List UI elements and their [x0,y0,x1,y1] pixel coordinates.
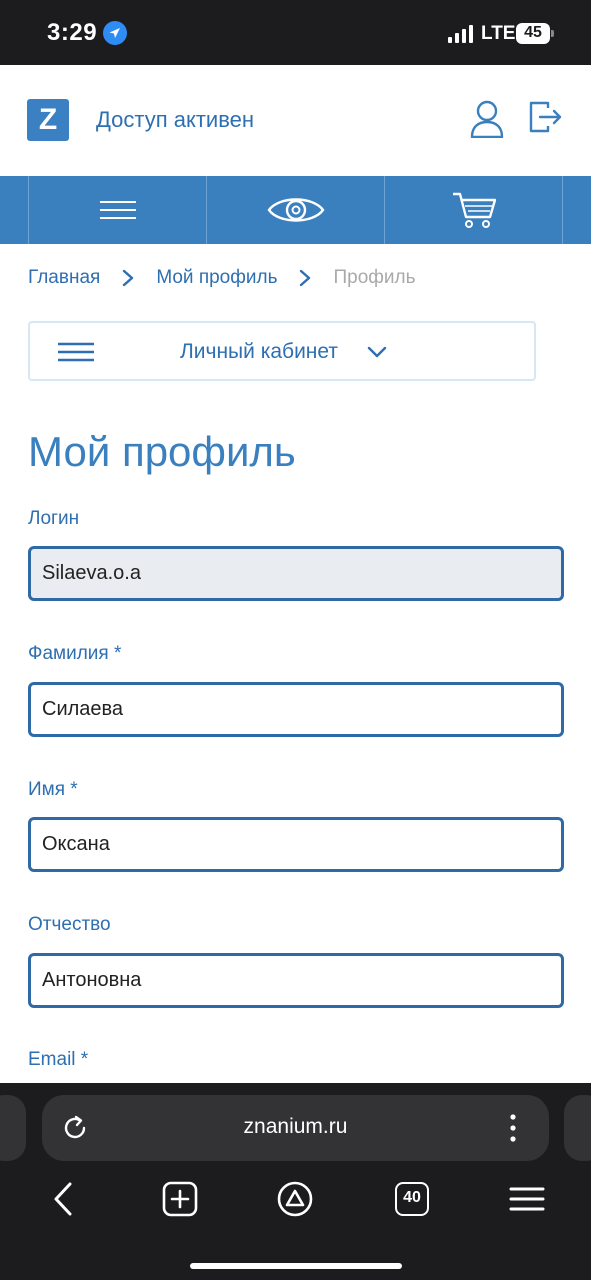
chevron-down-icon [367,346,387,358]
eye-icon [267,198,324,222]
access-status: Доступ активен [96,107,255,132]
cabinet-dropdown[interactable]: Личный кабинет [28,321,536,381]
user-profile-icon[interactable] [470,100,504,138]
battery-icon: 45 [516,23,554,44]
shopping-cart-icon [452,192,496,228]
status-time: 3:29 [47,19,98,46]
znanium-logo[interactable]: Z [27,99,69,141]
next-tab-preview[interactable] [564,1095,591,1161]
first-name-label: Имя * [28,779,78,800]
login-label: Логин [28,508,80,529]
logout-icon[interactable] [528,100,562,134]
first-name-field[interactable] [28,817,564,872]
login-field[interactable] [28,546,564,601]
chevron-right-icon [123,269,134,287]
middle-name-label: Отчество [28,914,111,935]
list-menu-icon [58,342,94,362]
middle-name-field[interactable] [28,953,564,1008]
network-type: LTE [481,23,516,44]
app-header: Z Доступ активен [0,65,591,176]
address-bar[interactable]: znanium.ru [42,1095,549,1161]
url-text: znanium.ru [243,1115,348,1138]
nav-menu-button[interactable] [28,176,206,244]
main-nav [0,176,591,244]
hamburger-menu-icon [99,201,136,219]
page-title: Мой профиль [28,428,296,475]
tabs-button[interactable]: 40 [394,1181,430,1217]
email-label: Email * [28,1049,89,1070]
nav-accessibility-button[interactable] [206,176,384,244]
more-options-icon[interactable] [508,1113,518,1143]
breadcrumb-home[interactable]: Главная [28,267,100,289]
new-tab-icon[interactable] [162,1181,198,1217]
browser-toolbar: znanium.ru 40 [0,1083,591,1280]
menu-icon[interactable] [509,1181,545,1217]
back-icon[interactable] [46,1181,82,1217]
breadcrumb-my-profile[interactable]: Мой профиль [156,267,277,289]
cabinet-dropdown-label: Личный кабинет [180,340,338,363]
cellular-signal-icon [448,25,473,43]
nav-cart-button[interactable] [384,176,563,244]
tab-count: 40 [403,1189,421,1206]
last-name-field[interactable] [28,682,564,737]
status-bar: 3:29 LTE 45 [0,0,591,65]
location-arrow-icon [103,21,127,45]
breadcrumb: Главная Мой профиль Профиль [28,266,416,290]
chevron-right-icon [300,269,311,287]
battery-level: 45 [524,24,542,41]
last-name-label: Фамилия * [28,643,122,664]
breadcrumb-current: Профиль [333,267,416,288]
home-indicator[interactable] [190,1263,402,1269]
alice-assistant-icon[interactable] [277,1181,313,1217]
previous-tab-preview[interactable] [0,1095,26,1161]
